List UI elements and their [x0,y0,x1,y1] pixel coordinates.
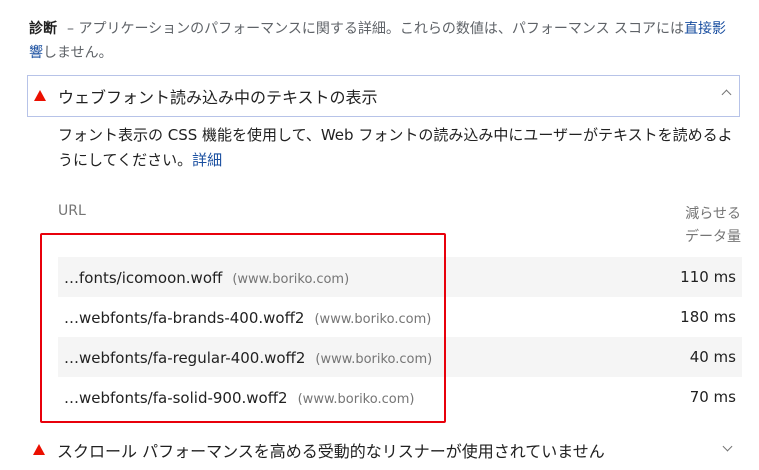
fail-triangle-icon [33,443,45,455]
column-header-savings: 減らせる データ量 [685,203,741,249]
learn-more-link[interactable]: 詳細 [192,151,222,169]
diagnostics-suffix: しません。 [43,45,113,61]
audit-header[interactable]: スクロール パフォーマンスを高める受動的なリスナーが使用されていません [27,432,740,468]
audit-header[interactable]: ウェブフォント読み込み中のテキストの表示 [28,76,739,116]
row-host: (www.boriko.com) [232,271,350,287]
row-host: (www.boriko.com) [314,311,432,327]
column-header-url: URL [58,203,86,219]
row-time: 180 ms [680,308,736,326]
row-url[interactable]: …fonts/icomoon.woff [64,269,222,287]
diagnostics-label: 診断 [29,21,57,37]
table-row: …webfonts/fa-regular-400.woff2 (www.borik… [58,337,742,377]
table-row: …fonts/icomoon.woff (www.boriko.com) 110 … [58,257,742,297]
audit-description-text: フォント表示の CSS 機能を使用して、Web フォントの読み込み中にユーザーが… [58,126,733,169]
savings-header-line1: 減らせる [685,206,741,222]
table-row: …webfonts/fa-solid-900.woff2 (www.boriko.… [58,377,742,417]
audit-description: フォント表示の CSS 機能を使用して、Web フォントの読み込み中にユーザーが… [58,123,738,173]
diagnostics-intro: 診断 – アプリケーションのパフォーマンスに関する詳細。これらの数値は、パフォーマ… [29,17,739,65]
row-time: 70 ms [689,388,736,406]
diagnostics-description: – アプリケーションのパフォーマンスに関する詳細。これらの数値は、パフォーマンス… [67,21,685,37]
table-row: …webfonts/fa-brands-400.woff2 (www.boriko… [58,297,742,337]
row-time: 40 ms [689,348,736,366]
audit-passive-listeners[interactable]: スクロール パフォーマンスを高める受動的なリスナーが使用されていません [27,432,740,470]
row-host: (www.boriko.com) [297,391,415,407]
row-url[interactable]: …webfonts/fa-solid-900.woff2 [64,389,288,407]
savings-header-line2: データ量 [685,229,741,245]
row-url[interactable]: …webfonts/fa-regular-400.woff2 [64,349,305,367]
audit-title: ウェブフォント読み込み中のテキストの表示 [58,88,378,107]
row-url[interactable]: …webfonts/fa-brands-400.woff2 [64,309,304,327]
font-table: …fonts/icomoon.woff (www.boriko.com) 110 … [58,257,742,417]
audit-font-display[interactable]: ウェブフォント読み込み中のテキストの表示 [27,75,740,117]
fail-triangle-icon [34,89,46,101]
row-host: (www.boriko.com) [315,351,433,367]
audit-title: スクロール パフォーマンスを高める受動的なリスナーが使用されていません [57,442,605,461]
row-time: 110 ms [680,268,736,286]
